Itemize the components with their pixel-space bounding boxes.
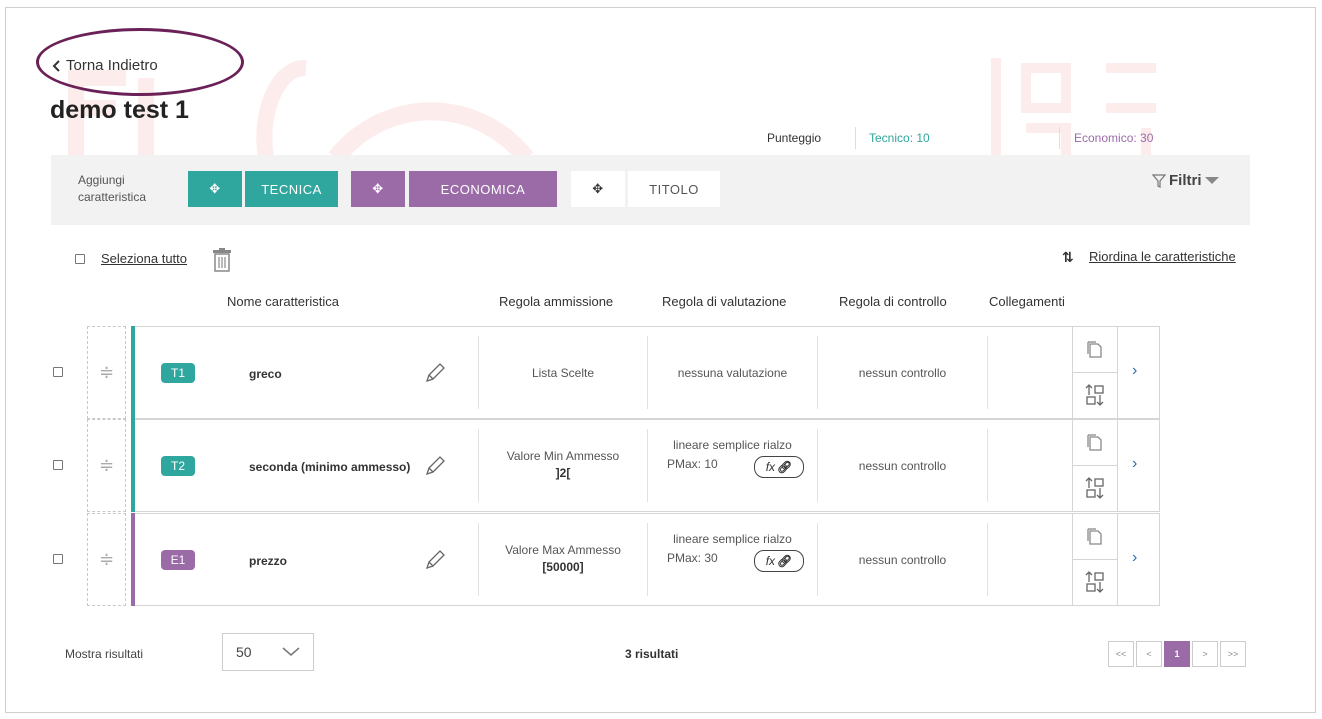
column-header-control: Regola di controllo bbox=[839, 294, 947, 309]
row-control: nessun controllo bbox=[858, 459, 947, 473]
pencil-icon[interactable] bbox=[424, 362, 446, 384]
score-economico: Economico: 30 bbox=[1074, 131, 1154, 145]
row-evaluation: lineare semplice rialzo bbox=[673, 438, 792, 452]
page-size-select[interactable]: 50 bbox=[222, 633, 314, 671]
back-link[interactable]: Torna Indietro bbox=[52, 57, 158, 74]
move-icon: ✥ bbox=[592, 181, 604, 196]
column-header-admission: Regola ammissione bbox=[499, 294, 614, 309]
drag-handle[interactable]: ≑ bbox=[87, 326, 126, 419]
add-economica-button[interactable]: ECONOMICA bbox=[409, 171, 557, 207]
pencil-icon[interactable] bbox=[424, 549, 446, 571]
caret-down-icon bbox=[1204, 176, 1219, 184]
sort-icon: ⇅ bbox=[1062, 249, 1074, 265]
reorder-items-icon[interactable] bbox=[1085, 571, 1105, 593]
row-evaluation: nessuna valutazione bbox=[677, 366, 788, 380]
add-tecnica-button[interactable]: TECNICA bbox=[245, 171, 338, 207]
link-icon: 🔗︎ bbox=[777, 460, 793, 474]
expand-row-chevron-icon[interactable]: › bbox=[1132, 549, 1137, 567]
row-badge: E1 bbox=[161, 550, 195, 570]
economica-drag-button[interactable]: ✥ bbox=[351, 171, 405, 207]
expand-row-chevron-icon[interactable]: › bbox=[1132, 455, 1137, 473]
pagination-button[interactable]: >> bbox=[1220, 641, 1246, 667]
row-type-bar bbox=[131, 326, 135, 419]
divider bbox=[987, 336, 988, 409]
column-header-name: Nome caratteristica bbox=[227, 294, 339, 309]
row-type-bar bbox=[131, 513, 135, 606]
results-count: 3 risultati bbox=[625, 647, 679, 661]
reorder-link[interactable]: Riordina le caratteristiche bbox=[1089, 249, 1236, 264]
divider bbox=[1117, 513, 1118, 606]
drag-handle[interactable]: ≑ bbox=[87, 513, 126, 606]
select-all-link[interactable]: Seleziona tutto bbox=[101, 251, 187, 266]
row-type-bar bbox=[131, 419, 135, 512]
score-tecnico: Tecnico: 10 bbox=[869, 131, 930, 145]
row-name: seconda (minimo ammesso) bbox=[249, 460, 411, 474]
row-checkbox[interactable] bbox=[53, 367, 63, 377]
row-checkbox[interactable] bbox=[53, 554, 63, 564]
chevron-down-icon bbox=[282, 647, 300, 656]
row-name: greco bbox=[249, 367, 282, 381]
row-control: nessun controllo bbox=[858, 366, 947, 380]
row-control: nessun controllo bbox=[858, 553, 947, 567]
titolo-drag-button[interactable]: ✥ bbox=[571, 171, 625, 207]
move-icon: ✥ bbox=[209, 181, 221, 196]
fx-label: fx bbox=[765, 460, 776, 474]
copy-icon[interactable] bbox=[1086, 434, 1104, 452]
row-admission: Lista Scelte bbox=[531, 366, 595, 380]
expand-row-chevron-icon[interactable]: › bbox=[1132, 362, 1137, 380]
move-icon: ✥ bbox=[372, 181, 384, 196]
column-header-evaluation: Regola di valutazione bbox=[662, 294, 787, 309]
reorder-items-icon[interactable] bbox=[1085, 384, 1105, 406]
divider bbox=[1059, 127, 1060, 149]
filter-icon bbox=[1152, 173, 1166, 188]
filters-label: Filtri bbox=[1169, 172, 1202, 189]
column-header-links: Collegamenti bbox=[989, 294, 1065, 309]
row-checkbox[interactable] bbox=[53, 460, 63, 470]
divider bbox=[987, 523, 988, 596]
row-evaluation-pmax: PMax: 30 bbox=[667, 551, 718, 565]
fx-label: fx bbox=[765, 554, 776, 568]
page-size-value: 50 bbox=[236, 644, 252, 660]
show-results-label: Mostra risultati bbox=[65, 647, 144, 661]
row-badge: T1 bbox=[161, 363, 195, 383]
chevron-left-icon bbox=[52, 59, 60, 72]
divider bbox=[1117, 326, 1118, 419]
row-evaluation: lineare semplice rialzo bbox=[673, 532, 792, 546]
link-icon: 🔗︎ bbox=[777, 554, 793, 568]
divider bbox=[1117, 419, 1118, 512]
drag-handle-icon: ≑ bbox=[98, 549, 115, 569]
row-evaluation-pmax: PMax: 10 bbox=[667, 457, 718, 471]
pagination-button[interactable]: < bbox=[1136, 641, 1162, 667]
select-all-checkbox[interactable] bbox=[75, 254, 85, 264]
filters-button[interactable]: Filtri bbox=[1152, 172, 1219, 189]
row-badge: T2 bbox=[161, 456, 195, 476]
pagination-button[interactable]: << bbox=[1108, 641, 1134, 667]
divider bbox=[1072, 372, 1118, 373]
tecnica-drag-button[interactable]: ✥ bbox=[188, 171, 242, 207]
row-name: prezzo bbox=[249, 554, 288, 568]
drag-handle[interactable]: ≑ bbox=[87, 419, 126, 512]
row-admission: Valore Max Ammesso [50000] bbox=[505, 543, 621, 574]
add-titolo-button[interactable]: TITOLO bbox=[628, 171, 720, 207]
copy-icon[interactable] bbox=[1086, 528, 1104, 546]
trash-icon[interactable] bbox=[212, 248, 232, 272]
page-title: demo test 1 bbox=[50, 96, 189, 124]
copy-icon[interactable] bbox=[1086, 341, 1104, 359]
score-label: Punteggio bbox=[767, 131, 822, 145]
divider bbox=[1072, 465, 1118, 466]
drag-handle-icon: ≑ bbox=[98, 362, 115, 382]
reorder-items-icon[interactable] bbox=[1085, 477, 1105, 499]
divider bbox=[1072, 559, 1118, 560]
divider bbox=[855, 127, 856, 149]
pagination-button[interactable]: 1 bbox=[1164, 641, 1190, 667]
drag-handle-icon: ≑ bbox=[98, 455, 115, 475]
formula-link-button[interactable]: fx 🔗︎ bbox=[754, 456, 804, 478]
back-link-label: Torna Indietro bbox=[66, 57, 158, 74]
pagination-button[interactable]: > bbox=[1192, 641, 1218, 667]
row-admission: Valore Min Ammesso]2[ bbox=[506, 449, 620, 480]
divider bbox=[987, 429, 988, 502]
formula-link-button[interactable]: fx 🔗︎ bbox=[754, 550, 804, 572]
add-characteristic-label: Aggiungi caratteristica bbox=[78, 173, 147, 204]
pencil-icon[interactable] bbox=[424, 455, 446, 477]
